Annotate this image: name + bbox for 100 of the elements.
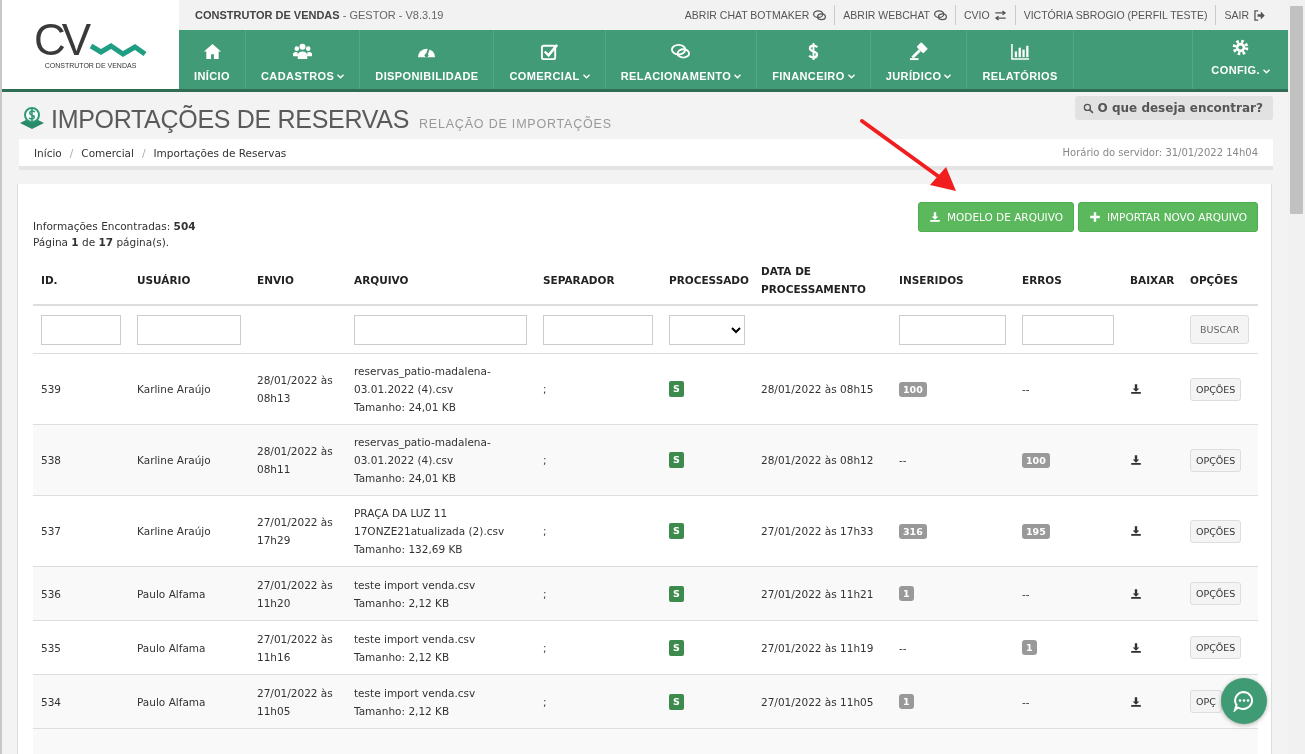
status-badge: S — [669, 523, 684, 539]
table-cell-text: 536 — [41, 586, 62, 602]
column-header: INSERIDOS — [899, 273, 964, 288]
column-header: ERROS — [1022, 273, 1062, 288]
filter-field[interactable] — [1022, 314, 1114, 345]
search-button[interactable]: BUSCAR — [1190, 315, 1250, 344]
logo-wave-icon — [89, 42, 148, 60]
table-cell-text: 28/01/2022 às 08h11 — [257, 444, 334, 477]
file-size: Tamanho: 132,69 KB — [354, 542, 463, 557]
column-header: OPÇÕES — [1190, 273, 1238, 288]
table-cell-text: 28/01/2022 às 08h15 — [761, 382, 874, 397]
breadcrumb-link[interactable]: Início — [34, 146, 62, 159]
checkbox-icon — [540, 41, 560, 61]
download-icon — [929, 211, 941, 223]
logo-mark: CV — [33, 20, 88, 60]
filter-field[interactable] — [41, 314, 121, 345]
table-cell-text: 27/01/2022 às 11h05 — [761, 694, 874, 710]
table-cell-text: 27/01/2022 às 11h05 — [257, 685, 334, 719]
chat-icon — [934, 8, 948, 22]
top-link[interactable]: VICTÓRIA SBROGIO (PERFIL TESTE) — [1015, 9, 1216, 21]
download-icon[interactable] — [1130, 641, 1142, 654]
table-cell-text: -- — [1022, 694, 1030, 710]
count-badge: 100 — [1022, 452, 1050, 468]
table-cell-text: 27/01/2022 às 11h21 — [761, 586, 874, 602]
top-link[interactable]: ABRIR WEBCHAT — [835, 8, 956, 22]
table-cell-text: 538 — [41, 453, 62, 468]
table-cell-text: 534 — [41, 694, 62, 710]
table-cell-text: -- — [899, 640, 907, 656]
options-button[interactable]: OPÇÕES — [1190, 377, 1242, 401]
table-cell-text: ; — [543, 694, 547, 710]
table-cell-text: 535 — [41, 640, 62, 656]
top-link[interactable]: SAIR — [1216, 8, 1274, 22]
status-badge: S — [669, 585, 684, 602]
table-cell-text: -- — [1022, 382, 1030, 397]
count-badge: 1 — [899, 694, 914, 709]
filter-field[interactable] — [899, 314, 1006, 345]
table-cell-text: Karline Araújo — [137, 382, 211, 397]
filter-field[interactable] — [543, 314, 653, 345]
column-header: BAIXAR — [1130, 273, 1175, 288]
table-cell-text: 27/01/2022 às 11h19 — [761, 640, 874, 656]
chat-icon — [671, 41, 691, 61]
status-badge: S — [669, 381, 684, 397]
file-name: teste import venda.csv — [354, 631, 476, 647]
plus-icon — [1088, 211, 1101, 223]
column-header: USUÁRIO — [137, 273, 191, 288]
server-time: Horário do servidor: 31/01/2022 14h04 — [1062, 147, 1258, 158]
download-icon[interactable] — [1130, 695, 1142, 708]
file-size: Tamanho: 24,01 KB — [354, 471, 456, 486]
filter-field[interactable] — [137, 314, 241, 345]
download-icon[interactable] — [1130, 587, 1142, 600]
column-header: PROCESSADO — [669, 273, 749, 288]
download-icon[interactable] — [1130, 454, 1142, 466]
file-size: Tamanho: 2,12 KB — [354, 649, 450, 665]
status-badge: S — [669, 639, 684, 656]
count-badge: 1 — [899, 586, 914, 601]
table-cell-text: -- — [899, 453, 907, 468]
search-button[interactable]: O que deseja encontrar? — [1074, 96, 1273, 120]
money-icon — [19, 107, 45, 131]
options-button[interactable]: OPÇÕES — [1190, 519, 1242, 543]
options-button[interactable]: OPÇÕES — [1190, 582, 1242, 605]
top-link[interactable]: ABRIR CHAT BOTMAKER — [676, 8, 835, 22]
file-name: reservas_patio-madalena-03.01.2022 (4).csv — [354, 364, 492, 397]
top-link[interactable]: CVIO — [956, 8, 1015, 22]
status-badge: S — [669, 693, 684, 710]
results-count: Informações Encontradas: 504 — [33, 219, 196, 234]
table-cell-text: 28/01/2022 às 08h12 — [761, 453, 874, 468]
options-button[interactable]: OPÇÕES — [1190, 448, 1242, 472]
download-icon[interactable] — [1130, 383, 1142, 395]
options-button[interactable]: OPÇÕES — [1190, 636, 1242, 659]
table-cell-text: 27/01/2022 às 11h16 — [257, 631, 334, 665]
file-name: teste import venda.csv — [354, 577, 476, 593]
column-header: ID. — [41, 273, 58, 288]
table-cell-text: 27/01/2022 às 17h33 — [761, 524, 874, 539]
column-header: ENVIO — [257, 273, 294, 288]
file-name: reservas_patio-madalena-03.01.2022 (4).csv — [354, 435, 492, 468]
home-icon — [202, 41, 222, 61]
table-cell-text: ; — [543, 382, 547, 397]
breadcrumb-link[interactable]: Importações de Reservas — [153, 146, 287, 159]
table-cell-text: ; — [543, 586, 547, 602]
options-button[interactable]: OPÇ — [1190, 690, 1222, 713]
status-badge: S — [669, 452, 684, 468]
column-header: ARQUIVO — [354, 273, 409, 288]
table-cell-text: Paulo Alfama — [137, 586, 206, 602]
scrollbar-thumb[interactable] — [1290, 6, 1303, 214]
chat-icon — [813, 8, 827, 22]
table-cell-text: 537 — [41, 524, 62, 539]
filter-field[interactable] — [354, 314, 527, 345]
count-badge: 100 — [899, 381, 927, 397]
filter-dropdown[interactable] — [669, 314, 745, 345]
column-header: SEPARADOR — [543, 273, 615, 288]
gavel-icon — [909, 41, 929, 61]
table-cell-text: ; — [543, 640, 547, 656]
app-title: CONSTRUTOR DE VENDAS - GESTOR - V8.3.19 — [195, 9, 444, 21]
breadcrumb-link[interactable]: Comercial — [81, 146, 134, 159]
page-subtitle: RELAÇÃO DE IMPORTAÇÕES — [419, 117, 612, 131]
table-cell-text: Paulo Alfama — [137, 694, 206, 710]
table-cell-text: 28/01/2022 às 08h13 — [257, 373, 334, 406]
download-icon[interactable] — [1130, 525, 1142, 537]
page-title: IMPORTAÇÕES DE RESERVAS — [51, 104, 409, 134]
users-icon — [293, 41, 313, 61]
